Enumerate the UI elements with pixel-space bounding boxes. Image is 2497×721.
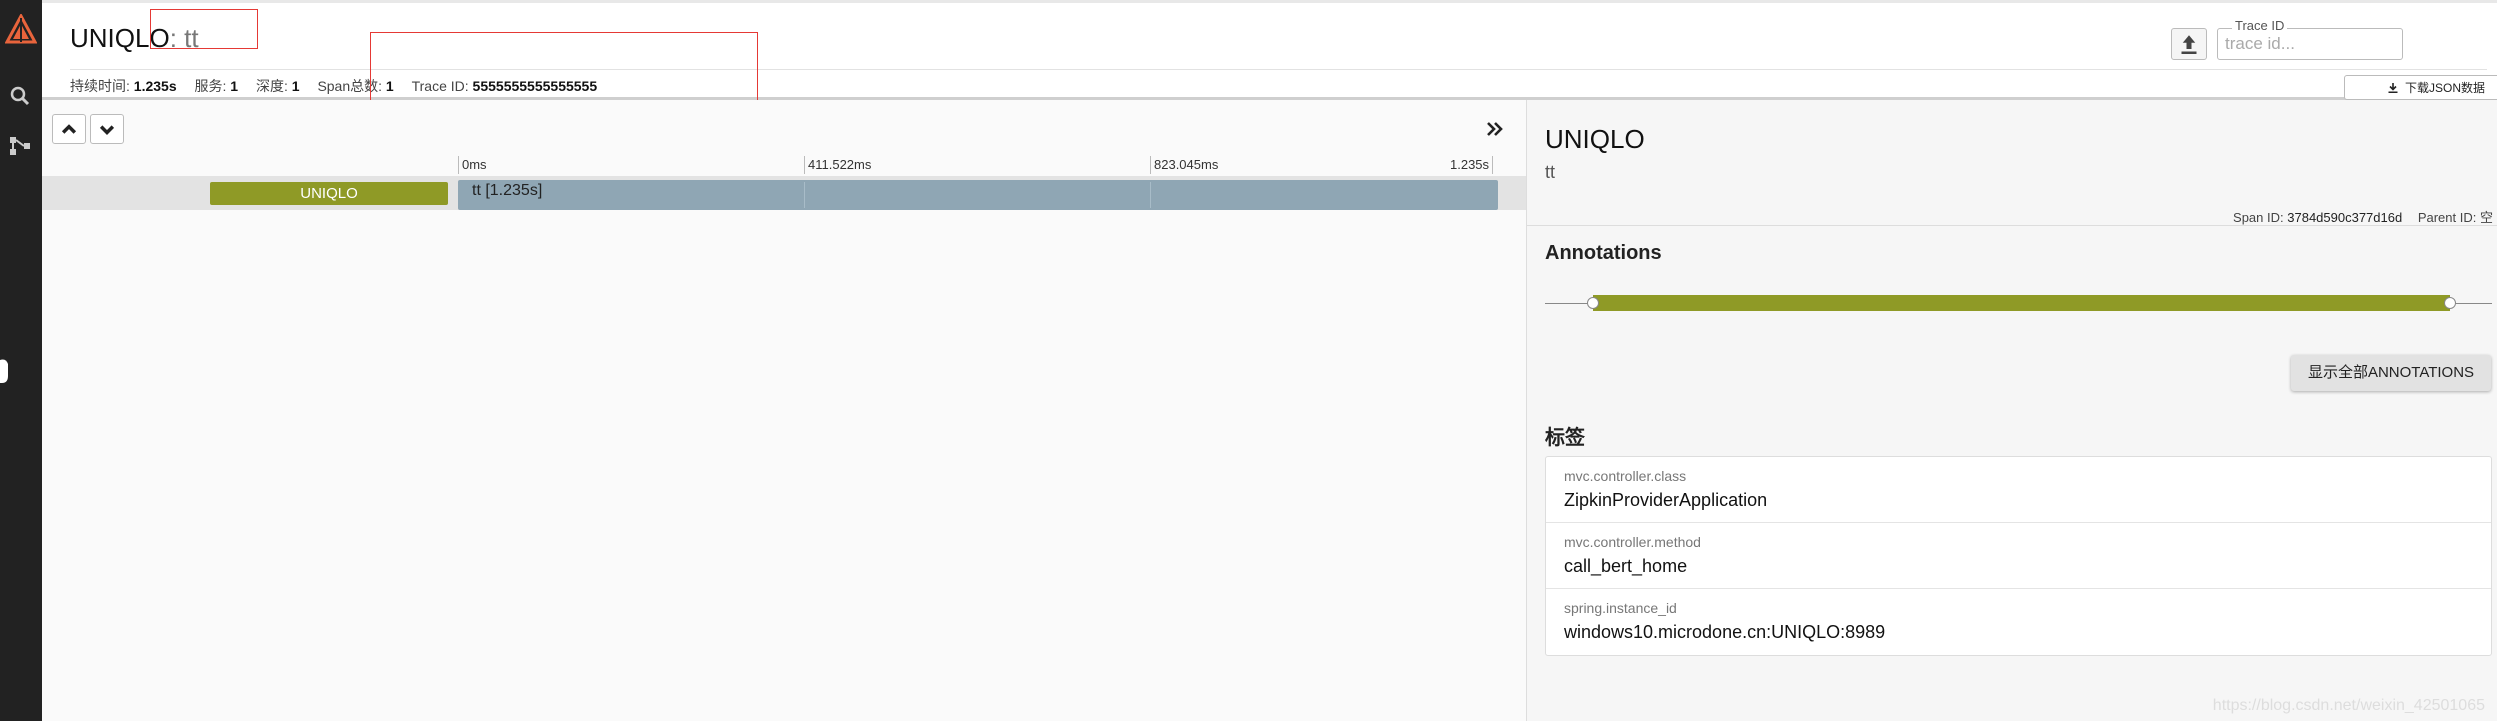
trace-id-label: Trace ID: — [411, 78, 469, 94]
tick-label: 823.045ms — [1150, 156, 1218, 174]
title-service-name: UNIQLO — [70, 23, 170, 53]
expand-down-button[interactable] — [90, 114, 124, 144]
tag-value: ZipkinProviderApplication — [1564, 490, 1768, 510]
tick-label: 1.235s — [1450, 156, 1494, 174]
tags-list: mvc.controller.class ZipkinProviderAppli… — [1545, 456, 2492, 656]
detail-divider — [1527, 225, 2497, 226]
tag-value: call_bert_home — [1564, 556, 1688, 576]
trace-timeline: 0ms 411.522ms 823.045ms 1.235s UNIQLO tt… — [42, 100, 1526, 721]
upload-icon — [2181, 35, 2197, 54]
search-icon[interactable] — [8, 84, 32, 108]
depth-value: 1 — [291, 78, 300, 94]
hand-cursor-icon — [0, 359, 8, 383]
span-total-label: Span总数: — [317, 78, 383, 94]
chevron-up-icon — [61, 124, 77, 134]
annotation-start-marker[interactable] — [1587, 297, 1599, 309]
tag-row: mvc.controller.method call_bert_home — [1546, 523, 2491, 589]
bar-gridline — [804, 182, 805, 208]
upload-button[interactable] — [2171, 28, 2207, 60]
span-id-label: Span ID: — [2233, 210, 2284, 225]
span-ids: Span ID: 3784d590c377d16d Parent ID: 空 — [2233, 207, 2493, 226]
tag-row: spring.instance_id windows10.microdone.c… — [1546, 589, 2491, 655]
title-separator: : — [169, 23, 177, 53]
duration-value: 1.235s — [133, 78, 177, 94]
download-json-label: 下载JSON数据 — [2404, 81, 2485, 95]
detail-span-name: tt — [1545, 162, 1556, 182]
header-divider — [70, 69, 2487, 70]
watermark: https://blog.csdn.net/weixin_42501065 — [2212, 697, 2485, 714]
trace-summary: 持续时间: 1.235s 服务: 1 深度: 1 Span总数: 1 Trace… — [70, 76, 611, 96]
double-chevron-right-icon[interactable] — [1484, 118, 1506, 140]
trace-id-value: 5555555555555555 — [472, 78, 598, 94]
download-icon — [2388, 82, 2398, 93]
chevron-down-icon — [99, 125, 115, 135]
tag-row: mvc.controller.class ZipkinProviderAppli… — [1546, 457, 2491, 523]
title-span-name: tt — [184, 23, 199, 53]
annotation-range-bar[interactable] — [1593, 295, 2450, 311]
tick-label: 0ms — [458, 156, 487, 174]
span-id-value: 3784d590c377d16d — [2287, 210, 2403, 225]
duration-label: 持续时间: — [70, 78, 130, 94]
trace-header: UNIQLO: tt 持续时间: 1.235s 服务: 1 深度: 1 Span… — [42, 0, 2497, 100]
tags-heading: 标签 — [1545, 427, 1585, 449]
parent-id-value: 空 — [2479, 210, 2493, 225]
tick-label: 411.522ms — [804, 156, 871, 174]
tag-key: mvc.controller.class — [1564, 468, 1687, 484]
dependency-graph-icon[interactable] — [8, 134, 32, 158]
page-title: UNIQLO: tt — [70, 23, 199, 54]
services-value: 1 — [230, 78, 239, 94]
collapse-up-button[interactable] — [52, 114, 86, 144]
span-service-chip: UNIQLO — [210, 182, 448, 205]
depth-label: 深度: — [255, 78, 288, 94]
tag-key: mvc.controller.method — [1564, 534, 1701, 550]
download-json-button[interactable]: 下载JSON数据 — [2344, 75, 2497, 100]
tag-value: windows10.microdone.cn:UNIQLO:8989 — [1564, 622, 1886, 642]
bar-gridline — [1150, 182, 1151, 208]
span-detail-panel: UNIQLO tt Span ID: 3784d590c377d16d Pare… — [1526, 100, 2497, 721]
show-all-annotations-button[interactable]: 显示全部ANNOTATIONS — [2291, 355, 2491, 391]
annotation-end-marker[interactable] — [2444, 297, 2456, 309]
parent-id-label: Parent ID: — [2417, 210, 2477, 225]
zipkin-logo-icon[interactable] — [5, 14, 37, 46]
span-bar-label: tt [1.235s] — [472, 182, 543, 199]
sidebar — [0, 0, 42, 721]
annotations-heading: Annotations — [1545, 242, 1662, 264]
timeline-ticks: 0ms 411.522ms 823.045ms 1.235s — [42, 156, 1526, 176]
tag-key: spring.instance_id — [1564, 600, 1677, 616]
detail-service-name: UNIQLO — [1545, 124, 1645, 154]
span-total-value: 1 — [385, 78, 394, 94]
services-label: 服务: — [194, 78, 227, 94]
span-duration-bar[interactable]: tt [1.235s] — [458, 180, 1498, 210]
trace-id-search-input[interactable] — [2219, 31, 2405, 57]
